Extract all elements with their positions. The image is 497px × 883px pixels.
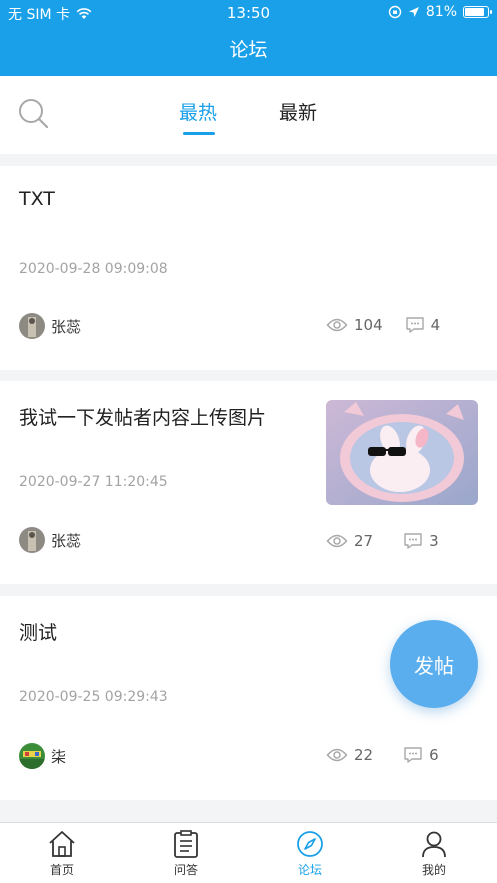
- author-name: 张蕊: [51, 317, 82, 336]
- search-button[interactable]: [16, 96, 52, 132]
- nav-bar: 论坛: [0, 26, 497, 76]
- bottom-nav: 首页 问答 论坛 我的: [0, 822, 497, 883]
- nav-item-me[interactable]: 我的: [394, 829, 474, 878]
- author-name: 张蕊: [51, 531, 82, 550]
- view-count: 22: [326, 746, 373, 764]
- orientation-lock-icon: [388, 5, 402, 19]
- eye-icon: [326, 748, 348, 762]
- post-title: 我试一下发帖者内容上传图片: [19, 407, 267, 429]
- comment-count-value: 6: [429, 746, 439, 764]
- tab-hot[interactable]: 最热: [179, 98, 217, 125]
- view-count-value: 104: [354, 316, 383, 334]
- search-icon: [19, 99, 49, 129]
- nav-item-qa[interactable]: 问答: [146, 829, 226, 878]
- comment-icon: [404, 533, 422, 549]
- post-author[interactable]: 张蕊: [19, 313, 81, 339]
- status-right: 81%: [388, 4, 492, 20]
- active-tab-indicator: [183, 132, 215, 135]
- nav-label: 问答: [173, 863, 198, 877]
- post-image-graphic: [326, 400, 478, 505]
- avatar: [19, 743, 45, 769]
- home-icon: [49, 831, 75, 857]
- nav-label: 首页: [49, 863, 74, 877]
- page-title: 论坛: [229, 39, 268, 61]
- author-name: 柒: [51, 747, 67, 766]
- tab-bar: 最热 最新: [0, 76, 497, 154]
- post-stats: 104 4: [326, 316, 440, 334]
- view-count: 104: [326, 316, 383, 334]
- post-stats: 27 3: [326, 532, 439, 550]
- post-title: 测试: [19, 622, 58, 644]
- post-date: 2020-09-28 09:09:08: [19, 261, 168, 277]
- new-post-label: 发帖: [414, 653, 454, 678]
- comment-count: 6: [403, 746, 439, 764]
- nav-label: 论坛: [297, 863, 322, 877]
- avatar: [19, 527, 45, 553]
- nav-item-forum[interactable]: 论坛: [270, 829, 350, 878]
- view-count-value: 27: [354, 532, 374, 550]
- post-card[interactable]: 我试一下发帖者内容上传图片 2020-09-27 11:20:45 张蕊 27 …: [0, 381, 497, 584]
- eye-icon: [326, 318, 348, 332]
- compass-icon: [297, 831, 323, 857]
- post-date: 2020-09-25 09:29:43: [19, 689, 168, 705]
- tab-new[interactable]: 最新: [279, 98, 317, 125]
- comment-count: 4: [405, 316, 441, 334]
- view-count-value: 22: [354, 746, 374, 764]
- battery-icon: [463, 6, 492, 18]
- location-icon: [408, 7, 419, 17]
- clipboard-icon: [174, 830, 198, 858]
- nav-item-home[interactable]: 首页: [22, 829, 102, 878]
- post-title: TXT: [19, 188, 55, 210]
- comment-count-value: 4: [430, 316, 441, 334]
- comment-icon: [405, 317, 424, 333]
- view-count: 27: [326, 532, 373, 550]
- comment-icon: [404, 747, 422, 763]
- post-image: [326, 400, 478, 505]
- new-post-button[interactable]: 发帖: [390, 620, 478, 708]
- nav-label: 我的: [421, 863, 446, 877]
- post-card[interactable]: TXT 2020-09-28 09:09:08 张蕊 104 4: [0, 166, 497, 370]
- post-author[interactable]: 柒: [19, 743, 66, 769]
- post-stats: 22 6: [326, 746, 439, 764]
- battery-percent: 81%: [425, 4, 457, 20]
- user-icon: [422, 831, 446, 858]
- avatar: [19, 313, 45, 339]
- post-date: 2020-09-27 11:20:45: [19, 474, 168, 490]
- status-bar: 无 SIM 卡 13:50 81%: [0, 0, 497, 26]
- comment-count: 3: [403, 532, 439, 550]
- eye-icon: [326, 534, 348, 548]
- comment-count-value: 3: [429, 532, 439, 550]
- post-author[interactable]: 张蕊: [19, 527, 81, 553]
